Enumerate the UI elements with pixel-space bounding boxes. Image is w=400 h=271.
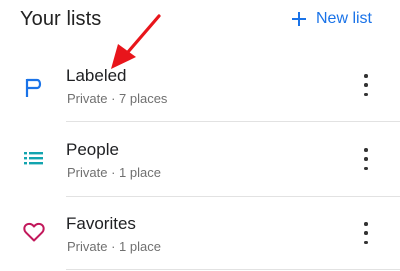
divider (66, 121, 400, 122)
plus-icon (291, 12, 306, 26)
your-lists-screen: Your lists New list Labeled Private · 7 … (0, 0, 400, 271)
list-item-labeled[interactable]: Labeled Private · 7 places (0, 60, 400, 134)
divider (66, 269, 400, 270)
more-options-icon[interactable] (358, 148, 374, 170)
more-options-icon[interactable] (358, 222, 374, 244)
list-subtitle: Private · 1 place (67, 165, 161, 180)
list-item-favorites[interactable]: Favorites Private · 1 place (0, 208, 400, 271)
list-subtitle: Private · 1 place (67, 239, 161, 254)
flag-icon (25, 78, 42, 97)
list-title: Favorites (66, 214, 136, 233)
more-options-icon[interactable] (358, 74, 374, 96)
heart-icon (23, 222, 45, 242)
list-subtitle: Private · 7 places (67, 91, 168, 106)
new-list-label: New list (315, 10, 372, 27)
divider (66, 196, 400, 197)
page-title: Your lists (20, 8, 102, 30)
list-title: Labeled (66, 66, 127, 85)
list-title: People (66, 140, 119, 159)
list-icon (24, 152, 43, 165)
new-list-button[interactable]: New list (291, 7, 372, 31)
